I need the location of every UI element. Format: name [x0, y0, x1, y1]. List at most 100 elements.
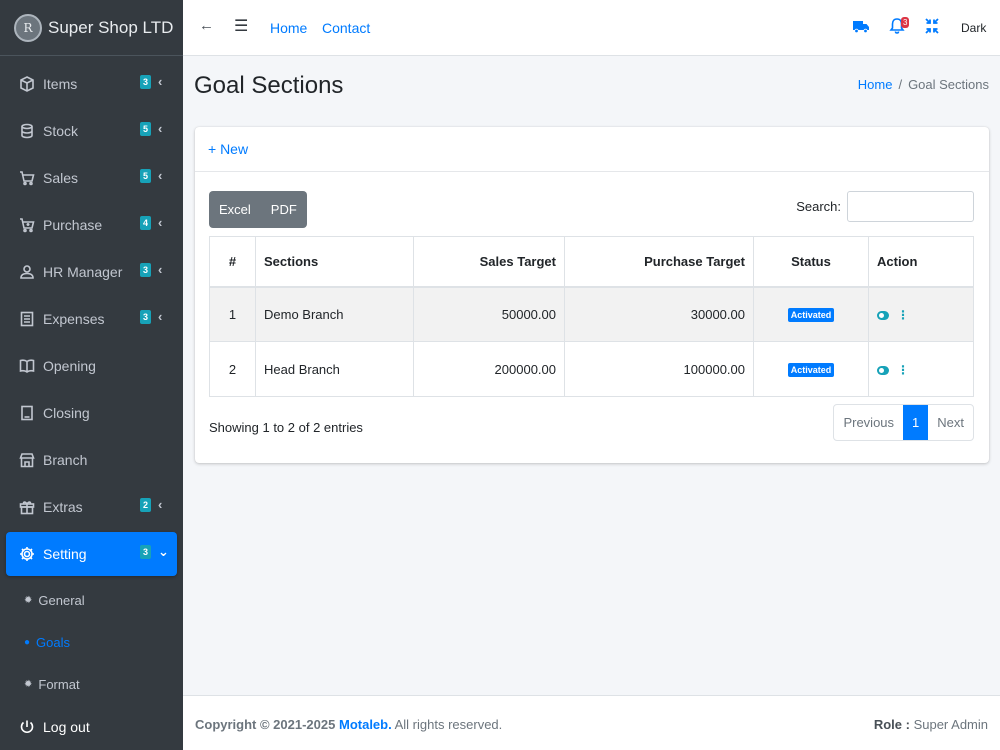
- status-badge: Activated: [787, 363, 835, 377]
- row-number: 1: [209, 286, 256, 342]
- sidebar-item-hr-manager[interactable]: HR Manager 3 ‹: [6, 250, 177, 294]
- excel-button[interactable]: Excel: [209, 191, 261, 228]
- sidebar-item-branch[interactable]: Branch: [6, 438, 177, 482]
- sidebar-item-sales[interactable]: Sales 5 ‹: [6, 156, 177, 200]
- logout-label: Log out: [43, 719, 90, 735]
- circle-icon: ✹: [24, 678, 33, 690]
- sidebar-item-label: Items: [43, 76, 78, 92]
- book-open-icon: [18, 357, 36, 375]
- user-icon: [18, 263, 36, 281]
- chevron-left-icon: ‹: [158, 262, 163, 277]
- theme-toggle[interactable]: Dark: [961, 21, 986, 35]
- back-arrow-icon[interactable]: ←: [199, 17, 214, 34]
- column-header-number[interactable]: #: [209, 236, 256, 288]
- pagination-previous[interactable]: Previous: [834, 405, 903, 440]
- role-value: Super Admin: [913, 717, 988, 732]
- row-status: Activated: [753, 341, 869, 397]
- table-row: 1 Demo Branch 50000.00 30000.00 Activate…: [209, 286, 974, 342]
- search-label: Search:: [796, 199, 841, 214]
- footer-brand-link[interactable]: Motaleb.: [339, 717, 392, 732]
- breadcrumb-current: Goal Sections: [908, 77, 989, 92]
- book-icon: [18, 404, 36, 422]
- table-header-row: # Sections Sales Target Purchase Target …: [209, 236, 974, 288]
- sidebar-item-label: Purchase: [43, 217, 103, 233]
- footer-copyright: Copyright © 2021-2025 Motaleb. All right…: [195, 717, 502, 732]
- compress-icon[interactable]: [924, 17, 940, 38]
- brand-link[interactable]: R Super Shop LTD: [0, 0, 183, 56]
- column-header-action[interactable]: Action: [868, 236, 974, 288]
- search-input[interactable]: [847, 191, 974, 222]
- table-row: 2 Head Branch 200000.00 100000.00 Activa…: [209, 341, 974, 397]
- rights-text: All rights reserved.: [394, 717, 503, 732]
- power-icon: [18, 718, 36, 736]
- column-header-status[interactable]: Status: [753, 236, 869, 288]
- sidebar-item-label: Stock: [43, 123, 79, 139]
- row-sales-target: 50000.00: [413, 286, 565, 342]
- logout-button[interactable]: Log out: [6, 705, 90, 749]
- sidebar-item-setting[interactable]: Setting 3 ⌄: [6, 532, 177, 576]
- export-buttons: Excel PDF: [209, 191, 307, 228]
- search-box: Search:: [796, 191, 974, 222]
- goal-sections-card: + New Excel PDF Search: # Sections Sales…: [195, 127, 989, 463]
- count-badge: 3: [140, 75, 152, 89]
- sidebar-subitem-label: Goals: [36, 634, 71, 650]
- receipt-icon: [18, 310, 36, 328]
- footer: Copyright © 2021-2025 Motaleb. All right…: [183, 695, 1000, 750]
- column-header-sales-target[interactable]: Sales Target: [413, 236, 565, 288]
- column-header-sections[interactable]: Sections: [255, 236, 414, 288]
- sidebar-item-stock[interactable]: Stock 5 ‹: [6, 109, 177, 153]
- sidebar-item-label: Sales: [43, 170, 79, 186]
- toggle-icon[interactable]: [877, 365, 889, 375]
- sidebar-subitem-general[interactable]: ✹ General: [6, 579, 177, 621]
- cart-plus-icon: [18, 216, 36, 234]
- count-badge: 3: [140, 545, 152, 559]
- sidebar-subitem-goals[interactable]: ● Goals: [6, 621, 177, 663]
- store-icon: [18, 451, 36, 469]
- toggle-icon[interactable]: [877, 310, 889, 320]
- row-purchase-target: 100000.00: [564, 341, 754, 397]
- column-header-purchase-target[interactable]: Purchase Target: [564, 236, 754, 288]
- chevron-left-icon: ‹: [158, 215, 163, 230]
- sidebar-nav: Items 3 ‹ Stock 5 ‹ Sales 5 ‹ Purchase 4…: [0, 56, 183, 705]
- more-vertical-icon[interactable]: ⋮: [897, 308, 909, 322]
- sidebar-subitem-format[interactable]: ✹ Format: [6, 663, 177, 705]
- row-status: Activated: [753, 286, 869, 342]
- pdf-button[interactable]: PDF: [261, 191, 307, 228]
- row-sales-target: 200000.00: [413, 341, 565, 397]
- nav-link-home[interactable]: Home: [270, 20, 307, 36]
- database-icon: [18, 122, 36, 140]
- sidebar-subitem-label: Format: [38, 676, 80, 692]
- role-label: Role :: [873, 717, 910, 732]
- nav-link-contact[interactable]: Contact: [322, 20, 370, 36]
- sidebar-item-label: HR Manager: [43, 264, 123, 280]
- sidebar-item-opening[interactable]: Opening: [6, 344, 177, 388]
- more-vertical-icon[interactable]: ⋮: [897, 363, 909, 377]
- status-badge: Activated: [787, 308, 835, 323]
- truck-icon[interactable]: [852, 17, 870, 38]
- sidebar-item-label: Opening: [43, 358, 96, 374]
- row-number: 2: [209, 341, 256, 397]
- sidebar-item-closing[interactable]: Closing: [6, 391, 177, 435]
- hamburger-menu-icon[interactable]: ☰: [234, 16, 248, 36]
- cart-icon: [18, 169, 36, 187]
- pagination-next[interactable]: Next: [928, 405, 973, 440]
- row-actions: ⋮: [868, 341, 974, 397]
- sidebar-item-purchase[interactable]: Purchase 4 ‹: [6, 203, 177, 247]
- notification-count-badge: 3: [901, 17, 910, 28]
- copyright-text: Copyright © 2021-2025: [195, 717, 336, 732]
- gear-icon: [18, 545, 36, 563]
- sidebar-item-expenses[interactable]: Expenses 3 ‹: [6, 297, 177, 341]
- card-header: + New: [195, 127, 989, 172]
- footer-role: Role : Super Admin: [874, 717, 988, 732]
- new-button[interactable]: + New: [208, 141, 248, 157]
- pagination-page[interactable]: 1: [903, 405, 929, 440]
- box-icon: [18, 75, 36, 93]
- sidebar-item-extras[interactable]: Extras 2 ‹: [6, 485, 177, 529]
- sidebar-item-label: Branch: [43, 452, 88, 468]
- circle-icon: ✹: [24, 594, 33, 606]
- brand-logo: R: [14, 13, 42, 42]
- goals-table: # Sections Sales Target Purchase Target …: [209, 236, 974, 397]
- row-section: Head Branch: [255, 341, 414, 397]
- breadcrumb-home-link[interactable]: Home: [858, 77, 893, 92]
- sidebar-item-items[interactable]: Items 3 ‹: [6, 62, 177, 106]
